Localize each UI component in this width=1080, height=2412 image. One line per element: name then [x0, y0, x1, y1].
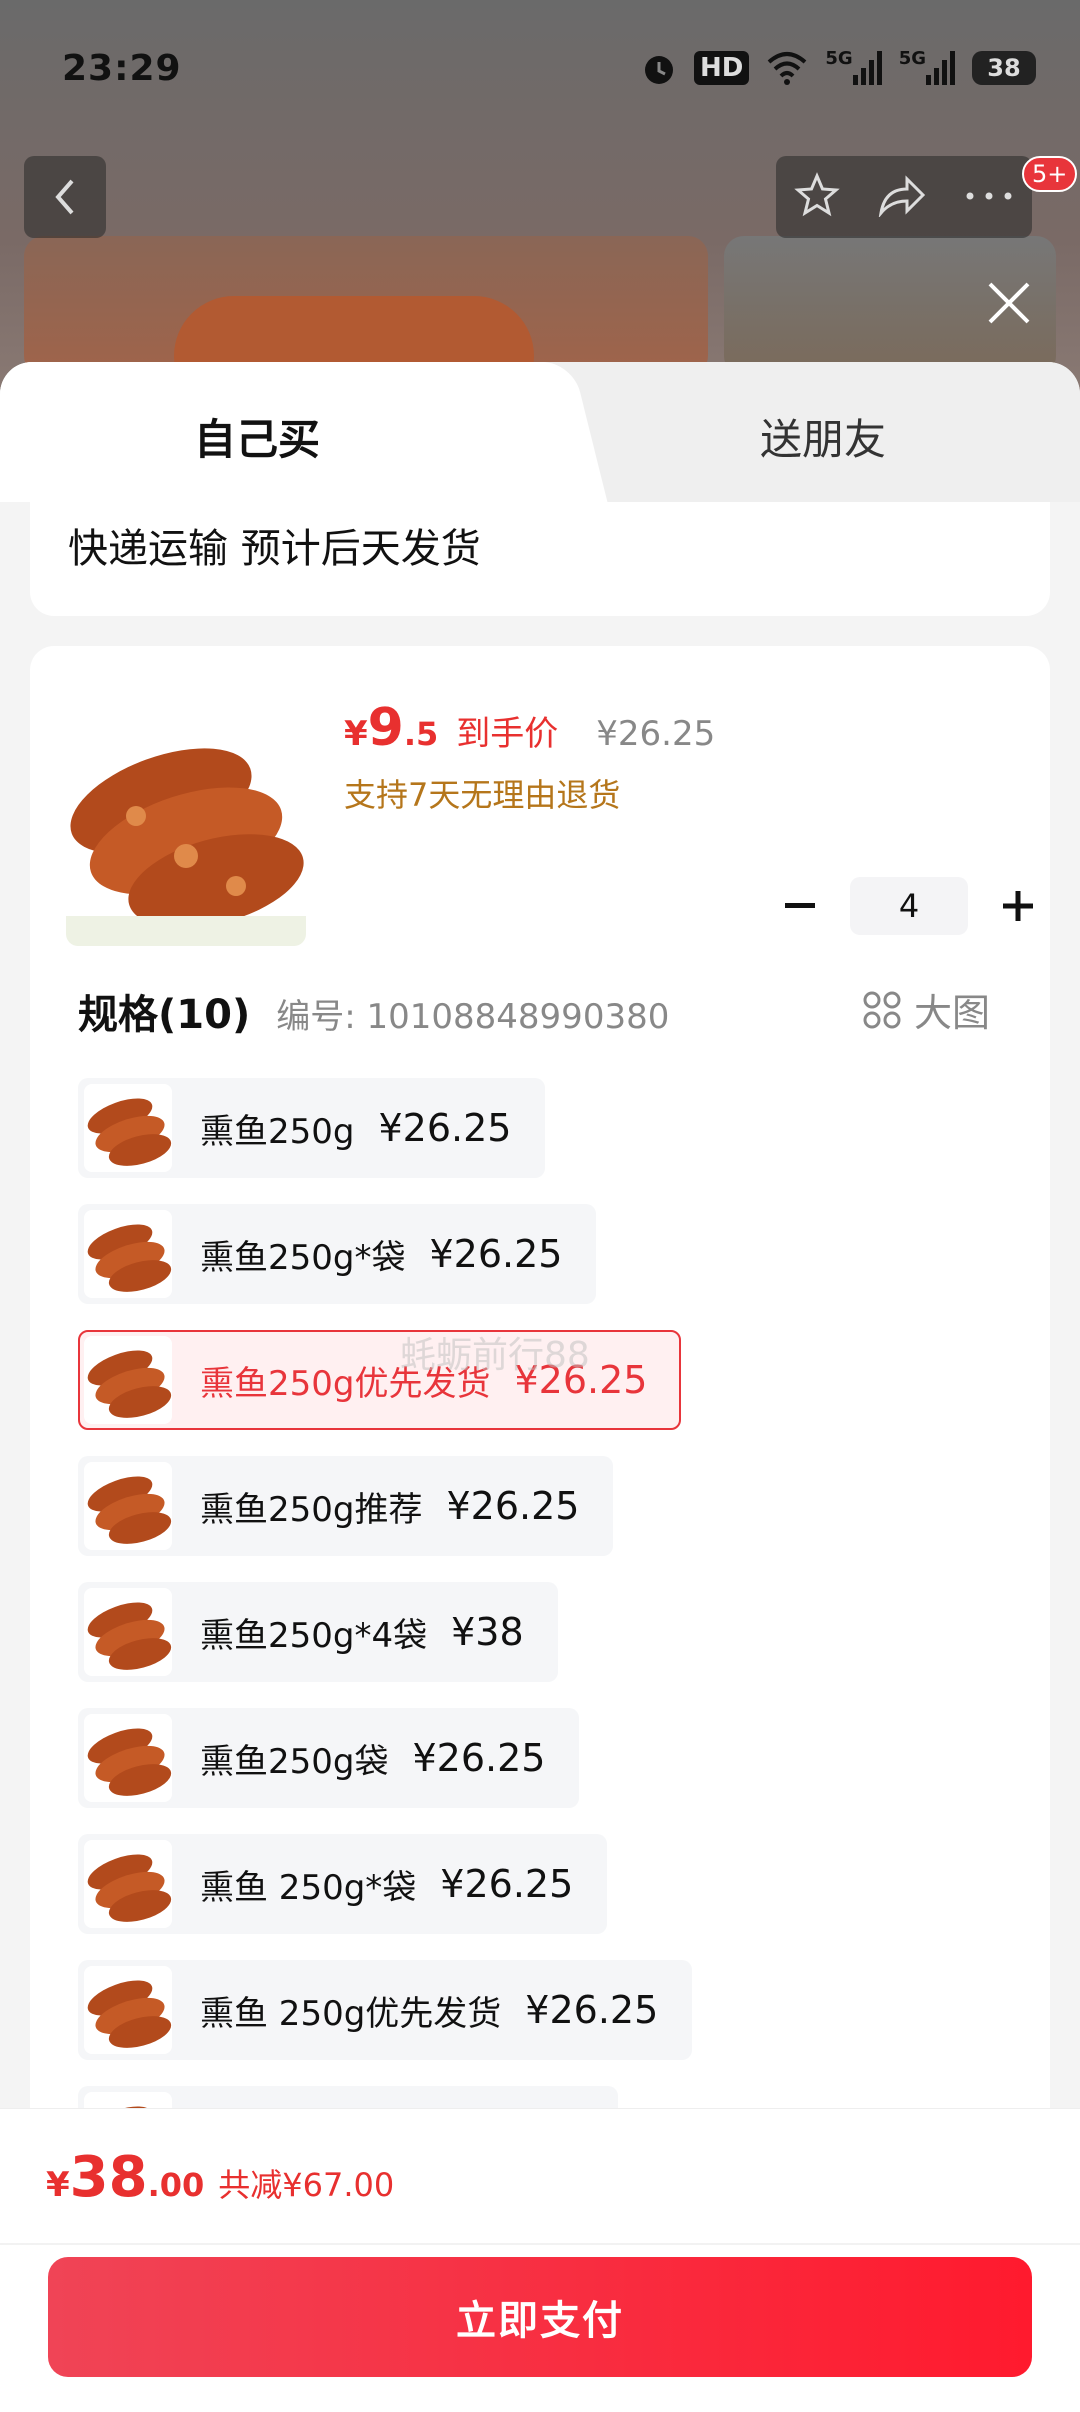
deal-price-row: ¥ 9 .5 到手价 ¥26.25 — [344, 698, 715, 758]
minus-icon — [785, 903, 815, 908]
signal-5g-icon-1: 5G — [825, 48, 882, 88]
spec-option-thumbnail — [84, 1336, 172, 1424]
more-button[interactable] — [964, 188, 1014, 207]
alarm-icon — [640, 48, 678, 88]
close-sheet-button[interactable] — [976, 270, 1042, 336]
spec-option[interactable]: 熏鱼250g*4袋 ¥38 — [78, 1582, 558, 1682]
big-image-label: 大图 — [914, 991, 991, 1035]
total-integer: 38 — [69, 2145, 148, 2210]
spec-option-thumbnail — [84, 1084, 172, 1172]
spec-option[interactable]: 熏鱼250g ¥26.25 — [78, 1078, 546, 1178]
spec-option-price: ¥26.25 — [378, 1106, 512, 1150]
spec-option-price: ¥26.25 — [440, 1862, 574, 1906]
spec-option-name: 熏鱼250g推荐 — [200, 1489, 423, 1530]
share-arrow-icon — [878, 175, 926, 219]
total-price: ¥ 38 .00 共减¥67.00 — [46, 2145, 394, 2210]
spec-header: 规格(10) 编号: 10108848990380 — [78, 982, 669, 1040]
star-icon — [794, 172, 841, 217]
tab-gift-to-friend[interactable]: 送朋友 — [760, 406, 886, 467]
product-spec-card: ¥ 9 .5 到手价 ¥26.25 支持7天无理由退货 4 规格(10) 编号:… — [30, 646, 1050, 2146]
spec-option[interactable]: 熏鱼 250g*袋 ¥26.25 — [78, 1834, 608, 1934]
spec-option[interactable]: 熏鱼250g推荐 ¥26.25 — [78, 1456, 614, 1556]
delivery-card: 快递运输 预计后天发货 — [30, 502, 1050, 616]
signal-5g-icon-2: 5G — [899, 48, 956, 88]
tab-buy-for-self[interactable]: 自己买 — [194, 406, 320, 467]
chevron-left-icon — [55, 179, 74, 215]
deal-price-currency: ¥ — [344, 714, 368, 754]
share-button[interactable] — [877, 173, 927, 221]
more-dots-icon — [966, 192, 1012, 199]
delivery-info: 快递运输 预计后天发货 — [68, 526, 481, 572]
spec-option[interactable]: 熏鱼250g袋 ¥26.25 — [78, 1708, 580, 1808]
spec-option-name: 熏鱼 250g优先发货 — [200, 1993, 502, 2034]
quantity-value[interactable]: 4 — [850, 877, 968, 935]
product-gallery-image — [24, 236, 708, 416]
divider — [0, 2243, 1080, 2245]
pay-now-button[interactable]: 立即支付 — [48, 2257, 1032, 2377]
status-time: 23:29 — [62, 48, 182, 89]
return-policy: 支持7天无理由退货 — [344, 776, 621, 814]
top-action-group — [776, 156, 1032, 238]
spec-option-price: ¥38 — [451, 1610, 524, 1654]
spec-option-name: 熏鱼250g袋 — [200, 1741, 389, 1782]
plus-icon — [1003, 891, 1033, 921]
big-image-toggle[interactable]: 大图 — [862, 982, 990, 1037]
spec-option-price: ¥26.25 — [429, 1232, 563, 1276]
increase-quantity-button[interactable] — [988, 876, 1048, 936]
spec-option-name: 熏鱼250g — [200, 1111, 355, 1152]
decrease-quantity-button[interactable] — [770, 876, 830, 936]
spec-option-name: 熏鱼250g*袋 — [200, 1237, 406, 1278]
spec-option-price: ¥26.25 — [412, 1736, 546, 1780]
deal-price-integer: 9 — [367, 698, 404, 758]
spec-option-price: ¥26.25 — [525, 1988, 659, 2032]
spec-option-thumbnail — [84, 1966, 172, 2054]
spec-option-price: ¥26.25 — [446, 1484, 580, 1528]
purchase-sheet: 自己买 送朋友 快递运输 预计后天发货 ¥ 9 .5 到手价 ¥26.25 支持… — [0, 362, 1080, 2412]
close-icon — [988, 282, 1030, 324]
spec-option-name: 熏鱼250g*4袋 — [200, 1615, 428, 1656]
purchase-tabs: 自己买 送朋友 — [0, 362, 1080, 502]
spec-option-thumbnail — [84, 1714, 172, 1802]
product-thumbnail[interactable] — [66, 706, 306, 946]
product-code: 编号: 10108848990380 — [276, 997, 670, 1037]
deal-price-decimal: .5 — [403, 715, 439, 753]
spec-option-thumbnail — [84, 1588, 172, 1676]
spec-option[interactable]: 熏鱼 250g优先发货 ¥26.25 — [78, 1960, 693, 2060]
deal-price-label: 到手价 — [456, 714, 559, 754]
spec-option-thumbnail — [84, 1462, 172, 1550]
favorite-star-button[interactable] — [794, 172, 841, 222]
original-price: ¥26.25 — [596, 714, 716, 754]
checkout-bar: ¥ 38 .00 共减¥67.00 立即支付 — [0, 2108, 1080, 2412]
spec-option-thumbnail — [84, 1840, 172, 1928]
battery-icon: 38 — [972, 48, 1036, 88]
spec-option-thumbnail — [84, 1210, 172, 1298]
back-button[interactable] — [24, 156, 106, 238]
spec-option-name: 熏鱼 250g*袋 — [200, 1867, 417, 1908]
total-currency: ¥ — [46, 2165, 70, 2205]
wifi-icon — [765, 48, 809, 88]
status-bar: 23:29 HD 5G 5G 38 — [0, 0, 1080, 140]
page: 23:29 HD 5G 5G 38 5+ 自己买 送朋友 快递运输 预计后天发货… — [0, 0, 1080, 2412]
watermark: 蚝蛎前行88 — [400, 1335, 590, 1376]
spec-option-selected[interactable]: 熏鱼250g优先发货 ¥26.25 — [78, 1330, 682, 1430]
hd-icon: HD — [694, 48, 750, 88]
notification-badge: 5+ — [1022, 156, 1078, 192]
total-decimal: .00 — [147, 2166, 205, 2204]
spec-option[interactable]: 熏鱼250g*袋 ¥26.25 — [78, 1204, 597, 1304]
total-discount: 共减¥67.00 — [218, 2166, 395, 2204]
status-icons: HD 5G 5G 38 — [640, 48, 1036, 88]
quantity-stepper: 4 — [770, 876, 1048, 936]
grid-icon — [863, 991, 901, 1028]
spec-title: 规格(10) — [78, 992, 251, 1038]
